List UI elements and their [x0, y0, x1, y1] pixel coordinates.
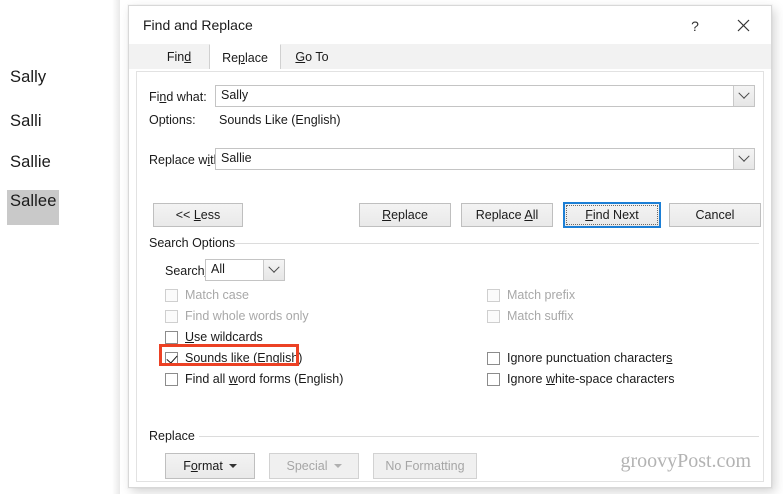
watermark: groovyPost.com [620, 450, 751, 472]
checkbox-box [165, 330, 178, 344]
document-word[interactable]: Sally [10, 68, 46, 87]
checkbox-box [165, 288, 178, 302]
checkbox-label: Match suffix [507, 309, 574, 323]
checkbox-label: Match prefix [507, 288, 576, 302]
document-word-selected[interactable]: Sallee [7, 190, 60, 225]
find-next-button[interactable]: Find Next [563, 202, 661, 228]
replace-button[interactable]: Replace [359, 203, 451, 227]
bottom-edge [0, 494, 783, 500]
special-button: Special [269, 453, 359, 479]
format-button[interactable]: Format [165, 453, 255, 479]
checkbox-match-prefix[interactable]: Match prefix [487, 288, 575, 302]
replace-with-input[interactable]: Sallie [215, 148, 755, 170]
document-right-edge [112, 0, 120, 500]
checkbox-use-wildcards[interactable]: Use wildcards [165, 330, 263, 344]
replace-group-label: Replace [149, 429, 201, 443]
less-button[interactable]: << Less [153, 203, 243, 227]
caret-down-icon [333, 464, 342, 468]
chevron-down-icon[interactable] [263, 260, 284, 280]
options-label: Options: [149, 113, 196, 127]
search-options-group-label: Search Options [149, 236, 242, 250]
find-what-value: Sally [221, 88, 249, 102]
document-word[interactable]: Salli [10, 112, 42, 131]
checkbox-box [487, 351, 500, 365]
checkbox-label: Sounds like (English) [185, 351, 303, 365]
document-word[interactable]: Sallie [10, 153, 51, 172]
tab-replace[interactable]: Replace [209, 44, 281, 70]
checkbox-match-case[interactable]: Match case [165, 288, 249, 302]
dialog-titlebar: Find and Replace ? [129, 6, 771, 44]
checkbox-label: Find whole words only [185, 309, 309, 323]
checkbox-ignore-punctuation[interactable]: Ignore punctuation characters [487, 351, 672, 365]
checkbox-box [165, 309, 178, 323]
replace-all-button[interactable]: Replace All [461, 203, 553, 227]
search-select[interactable]: All [205, 259, 285, 281]
checkbox-box [165, 372, 178, 386]
checkbox-sounds-like[interactable]: Sounds like (English) [165, 351, 302, 365]
options-value: Sounds Like (English) [219, 113, 341, 127]
close-icon[interactable] [723, 12, 763, 39]
tab-goto[interactable]: Go To [281, 44, 343, 69]
special-button-label: Special [286, 459, 328, 473]
checkbox-label: Match case [185, 288, 249, 302]
search-label: Search: [165, 264, 208, 278]
search-options-divider [233, 243, 759, 244]
cancel-button[interactable]: Cancel [669, 203, 761, 227]
help-icon[interactable]: ? [675, 12, 715, 39]
replace-with-value: Sallie [221, 151, 252, 165]
dialog-tabstrip: Find Replace Go To [129, 44, 771, 70]
replace-group-divider [199, 436, 759, 437]
checkbox-box [487, 309, 500, 323]
dialog-body: Find what: Sally Options: Sounds Like (E… [129, 69, 771, 487]
checkbox-find-all-word-forms[interactable]: Find all word forms (English) [165, 372, 343, 386]
chevron-down-icon[interactable] [733, 149, 754, 169]
document-background: Sally Salli Sallie Sallee [0, 0, 120, 500]
checkbox-box [487, 372, 500, 386]
find-and-replace-dialog: Find and Replace ? Find Replace Go To Fi… [128, 5, 772, 488]
checkbox-label: Ignore white-space characters [507, 372, 675, 386]
checkbox-label: Find all word forms (English) [185, 372, 344, 386]
search-select-value: All [211, 262, 225, 276]
no-formatting-button-label: No Formatting [385, 459, 465, 473]
checkbox-box [487, 288, 500, 302]
checkbox-match-suffix[interactable]: Match suffix [487, 309, 573, 323]
replace-with-label: Replace with: [149, 153, 224, 167]
find-what-input[interactable]: Sally [215, 85, 755, 107]
dialog-panel: Find what: Sally Options: Sounds Like (E… [136, 71, 764, 482]
dialog-title: Find and Replace [143, 17, 253, 33]
checkbox-label: Use wildcards [185, 330, 263, 344]
checkbox-box-checked [165, 351, 178, 365]
checkbox-find-whole-words-only[interactable]: Find whole words only [165, 309, 309, 323]
caret-down-icon [228, 464, 237, 468]
no-formatting-button: No Formatting [373, 453, 477, 479]
tab-find[interactable]: Find [149, 44, 209, 69]
find-what-label: Find what: [149, 90, 207, 104]
checkbox-label: Ignore punctuation characters [507, 351, 673, 365]
help-glyph: ? [691, 17, 699, 34]
chevron-down-icon[interactable] [733, 86, 754, 106]
checkbox-ignore-whitespace[interactable]: Ignore white-space characters [487, 372, 674, 386]
